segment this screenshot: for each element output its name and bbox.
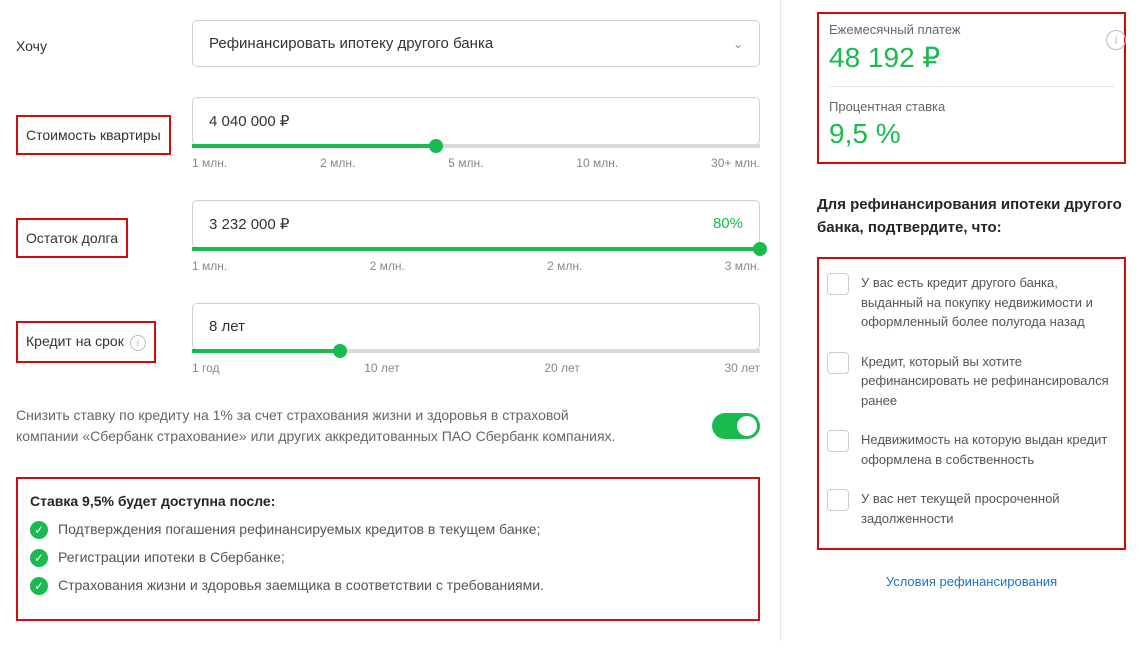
confirm-item: У вас есть кредит другого банка, выданны… — [827, 273, 1114, 332]
tick: 5 млн. — [448, 156, 483, 170]
checkbox[interactable] — [827, 430, 849, 452]
checkbox[interactable] — [827, 489, 849, 511]
debt-input[interactable]: 3 232 000 ₽ 80% — [192, 200, 760, 248]
tick: 10 млн. — [576, 156, 618, 170]
want-value: Рефинансировать ипотеку другого банка — [209, 35, 493, 52]
summary-box: Ежемесячный платеж 48 192 ₽ Процентная с… — [817, 12, 1126, 164]
price-slider-thumb[interactable] — [429, 139, 443, 153]
price-input[interactable]: 4 040 000 ₽ — [192, 97, 760, 145]
confirm-item: Кредит, который вы хотите рефинансироват… — [827, 352, 1114, 411]
payment-label: Ежемесячный платеж — [829, 22, 1114, 37]
check-icon: ✓ — [30, 577, 48, 595]
toggle-knob — [737, 416, 757, 436]
insurance-toggle[interactable] — [712, 413, 760, 439]
term-input[interactable]: 8 лет — [192, 303, 760, 350]
term-value: 8 лет — [209, 318, 245, 335]
tick: 1 млн. — [192, 156, 227, 170]
term-slider-thumb[interactable] — [333, 344, 347, 358]
rate-title: Ставка 9,5% будет доступна после: — [30, 493, 746, 509]
checkbox[interactable] — [827, 273, 849, 295]
confirm-item: Недвижимость на которую выдан кредит офо… — [827, 430, 1114, 469]
rate-item: ✓Страхования жизни и здоровья заемщика в… — [30, 577, 746, 595]
tick: 30+ млн. — [711, 156, 760, 170]
tick: 2 млн. — [320, 156, 355, 170]
confirm-box: У вас есть кредит другого банка, выданны… — [817, 257, 1126, 550]
check-icon: ✓ — [30, 549, 48, 567]
debt-label: Остаток долга — [16, 218, 128, 258]
rate-item: ✓Регистрации ипотеки в Сбербанке; — [30, 549, 746, 567]
tick: 3 млн. — [725, 259, 760, 273]
term-label: Кредит на срокi — [16, 321, 156, 363]
debt-slider[interactable] — [192, 247, 760, 251]
price-ticks: 1 млн. 2 млн. 5 млн. 10 млн. 30+ млн. — [192, 156, 760, 170]
want-label: Хочу — [16, 20, 192, 54]
term-ticks: 1 год 10 лет 20 лет 30 лет — [192, 361, 760, 375]
price-slider[interactable] — [192, 144, 760, 148]
tick: 10 лет — [364, 361, 399, 375]
rate-item: ✓Подтверждения погашения рефинансируемых… — [30, 521, 746, 539]
debt-percent: 80% — [713, 215, 743, 232]
tick: 2 млн. — [370, 259, 405, 273]
tick: 1 млн. — [192, 259, 227, 273]
price-label: Стоимость квартиры — [16, 115, 171, 155]
term-slider[interactable] — [192, 349, 760, 353]
confirm-title: Для рефинансирования ипотеки другого бан… — [817, 194, 1126, 239]
insurance-text: Снизить ставку по кредиту на 1% за счет … — [16, 405, 616, 447]
terms-link[interactable]: Условия рефинансирования — [817, 574, 1126, 589]
tick: 20 лет — [544, 361, 579, 375]
check-icon: ✓ — [30, 521, 48, 539]
chevron-down-icon: ⌄ — [733, 37, 743, 51]
debt-ticks: 1 млн. 2 млн. 2 млн. 3 млн. — [192, 259, 760, 273]
tick: 1 год — [192, 361, 220, 375]
price-value: 4 040 000 ₽ — [209, 113, 289, 130]
tick: 2 млн. — [547, 259, 582, 273]
info-icon[interactable]: i — [130, 335, 146, 351]
rate-availability-box: Ставка 9,5% будет доступна после: ✓Подтв… — [16, 477, 760, 621]
checkbox[interactable] — [827, 352, 849, 374]
confirm-item: У вас нет текущей просроченной задолженн… — [827, 489, 1114, 528]
summary-info-icon[interactable]: i — [1100, 30, 1126, 50]
want-select[interactable]: Рефинансировать ипотеку другого банка ⌄ — [192, 20, 760, 67]
tick: 30 лет — [725, 361, 760, 375]
rate-value: 9,5 % — [829, 118, 1114, 150]
debt-slider-thumb[interactable] — [753, 242, 767, 256]
rate-label: Процентная ставка — [829, 99, 1114, 114]
debt-value: 3 232 000 ₽ — [209, 216, 289, 233]
payment-value: 48 192 ₽ — [829, 41, 1114, 74]
